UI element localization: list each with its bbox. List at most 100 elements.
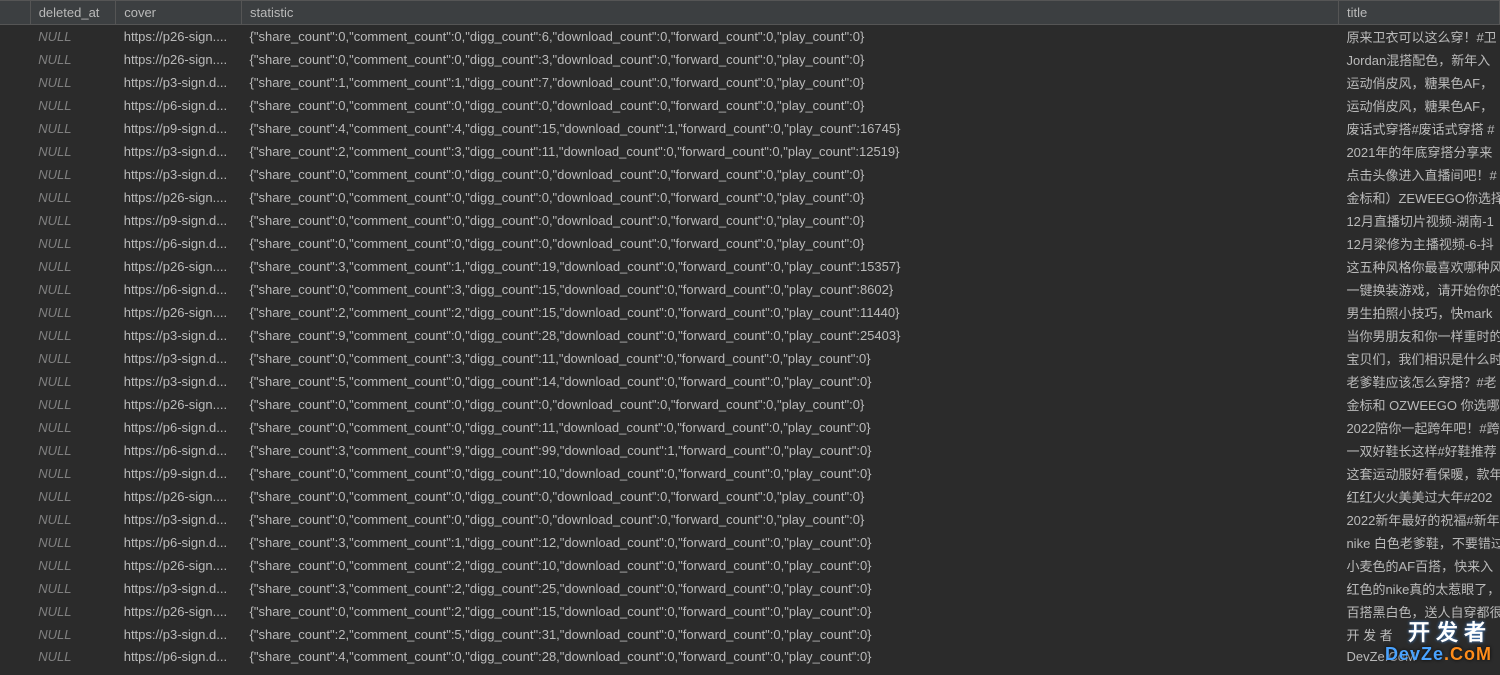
cell-title[interactable]: nike 白色老爹鞋，不要错过 — [1338, 531, 1499, 554]
column-header-statistic[interactable]: statistic — [242, 1, 1339, 25]
cell-statistic[interactable]: {"share_count":5,"comment_count":0,"digg… — [242, 370, 1339, 393]
cell-title[interactable]: 这套运动服好看保暖，款年 — [1338, 462, 1499, 485]
cell-statistic[interactable]: {"share_count":2,"comment_count":2,"digg… — [242, 301, 1339, 324]
table-row[interactable]: NULLhttps://p6-sign.d...{"share_count":3… — [0, 531, 1500, 554]
table-row[interactable]: NULLhttps://p6-sign.d...{"share_count":0… — [0, 94, 1500, 117]
cell-cover[interactable]: https://p3-sign.d... — [116, 324, 242, 347]
cell-statistic[interactable]: {"share_count":4,"comment_count":0,"digg… — [242, 646, 1339, 667]
cell-title[interactable]: 点击头像进入直播间吧！# — [1338, 163, 1499, 186]
cell-deleted-at[interactable]: NULL — [30, 347, 116, 370]
cell-deleted-at[interactable]: NULL — [30, 163, 116, 186]
cell-statistic[interactable]: {"share_count":0,"comment_count":3,"digg… — [242, 347, 1339, 370]
cell-cover[interactable]: https://p26-sign.... — [116, 25, 242, 49]
cell-cover[interactable]: https://p3-sign.d... — [116, 370, 242, 393]
table-row[interactable]: NULLhttps://p3-sign.d...{"share_count":1… — [0, 71, 1500, 94]
cell-deleted-at[interactable]: NULL — [30, 94, 116, 117]
cell-deleted-at[interactable]: NULL — [30, 209, 116, 232]
cell-statistic[interactable]: {"share_count":3,"comment_count":1,"digg… — [242, 531, 1339, 554]
cell-title[interactable]: 12月梁修为主播视频-6-抖 — [1338, 232, 1499, 255]
cell-deleted-at[interactable]: NULL — [30, 140, 116, 163]
table-row[interactable]: NULLhttps://p3-sign.d...{"share_count":2… — [0, 623, 1500, 646]
cell-title[interactable]: 废话式穿搭#废话式穿搭 # — [1338, 117, 1499, 140]
cell-deleted-at[interactable]: NULL — [30, 255, 116, 278]
cell-title[interactable]: 当你男朋友和你一样重时的 — [1338, 324, 1499, 347]
cell-deleted-at[interactable]: NULL — [30, 462, 116, 485]
cell-title[interactable]: 开 发 者 — [1338, 623, 1499, 646]
cell-cover[interactable]: https://p26-sign.... — [116, 554, 242, 577]
column-header-title[interactable]: title — [1338, 1, 1499, 25]
cell-statistic[interactable]: {"share_count":3,"comment_count":9,"digg… — [242, 439, 1339, 462]
cell-title[interactable]: 宝贝们，我们相识是什么时 — [1338, 347, 1499, 370]
cell-cover[interactable]: https://p3-sign.d... — [116, 140, 242, 163]
cell-cover[interactable]: https://p9-sign.d... — [116, 462, 242, 485]
cell-title[interactable]: 原来卫衣可以这么穿！#卫 — [1338, 25, 1499, 49]
table-row[interactable]: NULLhttps://p3-sign.d...{"share_count":2… — [0, 140, 1500, 163]
cell-title[interactable]: 金标和）ZEWEEGO你选择 — [1338, 186, 1499, 209]
cell-cover[interactable]: https://p6-sign.d... — [116, 439, 242, 462]
column-header-cover[interactable]: cover — [116, 1, 242, 25]
cell-statistic[interactable]: {"share_count":3,"comment_count":2,"digg… — [242, 577, 1339, 600]
cell-cover[interactable]: https://p26-sign.... — [116, 600, 242, 623]
cell-deleted-at[interactable]: NULL — [30, 370, 116, 393]
cell-cover[interactable]: https://p26-sign.... — [116, 48, 242, 71]
cell-deleted-at[interactable]: NULL — [30, 531, 116, 554]
table-row[interactable]: NULLhttps://p26-sign....{"share_count":0… — [0, 554, 1500, 577]
cell-title[interactable]: 百搭黑白色，送人自穿都很 — [1338, 600, 1499, 623]
cell-cover[interactable]: https://p3-sign.d... — [116, 71, 242, 94]
cell-title[interactable]: 红红火火美美过大年#202 — [1338, 485, 1499, 508]
cell-deleted-at[interactable]: NULL — [30, 646, 116, 667]
cell-deleted-at[interactable]: NULL — [30, 71, 116, 94]
cell-cover[interactable]: https://p3-sign.d... — [116, 347, 242, 370]
cell-title[interactable]: DevZe.CoM — [1338, 646, 1499, 667]
cell-title[interactable]: 红色的nike真的太惹眼了， — [1338, 577, 1499, 600]
cell-statistic[interactable]: {"share_count":0,"comment_count":0,"digg… — [242, 186, 1339, 209]
table-row[interactable]: NULLhttps://p3-sign.d...{"share_count":0… — [0, 347, 1500, 370]
cell-deleted-at[interactable]: NULL — [30, 278, 116, 301]
cell-cover[interactable]: https://p3-sign.d... — [116, 163, 242, 186]
cell-deleted-at[interactable]: NULL — [30, 324, 116, 347]
cell-statistic[interactable]: {"share_count":0,"comment_count":0,"digg… — [242, 48, 1339, 71]
cell-cover[interactable]: https://p3-sign.d... — [116, 623, 242, 646]
cell-deleted-at[interactable]: NULL — [30, 416, 116, 439]
cell-title[interactable]: 一双好鞋长这样#好鞋推荐 — [1338, 439, 1499, 462]
table-row[interactable]: NULLhttps://p6-sign.d...{"share_count":0… — [0, 232, 1500, 255]
table-row[interactable]: NULLhttps://p26-sign....{"share_count":3… — [0, 255, 1500, 278]
cell-cover[interactable]: https://p26-sign.... — [116, 186, 242, 209]
cell-title[interactable]: 这五种风格你最喜欢哪种风 — [1338, 255, 1499, 278]
cell-cover[interactable]: https://p6-sign.d... — [116, 531, 242, 554]
cell-deleted-at[interactable]: NULL — [30, 439, 116, 462]
cell-statistic[interactable]: {"share_count":0,"comment_count":0,"digg… — [242, 393, 1339, 416]
table-row[interactable]: NULLhttps://p3-sign.d...{"share_count":0… — [0, 163, 1500, 186]
cell-statistic[interactable]: {"share_count":0,"comment_count":3,"digg… — [242, 278, 1339, 301]
cell-title[interactable]: 运动俏皮风，糖果色AF， — [1338, 71, 1499, 94]
cell-cover[interactable]: https://p26-sign.... — [116, 255, 242, 278]
cell-cover[interactable]: https://p6-sign.d... — [116, 646, 242, 667]
cell-statistic[interactable]: {"share_count":0,"comment_count":0,"digg… — [242, 25, 1339, 49]
table-row[interactable]: NULLhttps://p9-sign.d...{"share_count":4… — [0, 117, 1500, 140]
cell-cover[interactable]: https://p3-sign.d... — [116, 508, 242, 531]
data-table[interactable]: deleted_at cover statistic title NULLhtt… — [0, 0, 1500, 667]
cell-cover[interactable]: https://p9-sign.d... — [116, 117, 242, 140]
cell-cover[interactable]: https://p26-sign.... — [116, 393, 242, 416]
cell-cover[interactable]: https://p6-sign.d... — [116, 94, 242, 117]
cell-title[interactable]: 一键换装游戏，请开始你的 — [1338, 278, 1499, 301]
cell-title[interactable]: Jordan混搭配色，新年入 — [1338, 48, 1499, 71]
cell-title[interactable]: 运动俏皮风，糖果色AF， — [1338, 94, 1499, 117]
cell-statistic[interactable]: {"share_count":0,"comment_count":0,"digg… — [242, 485, 1339, 508]
cell-cover[interactable]: https://p26-sign.... — [116, 301, 242, 324]
cell-cover[interactable]: https://p6-sign.d... — [116, 232, 242, 255]
cell-cover[interactable]: https://p26-sign.... — [116, 485, 242, 508]
column-header-deleted-at[interactable]: deleted_at — [30, 1, 116, 25]
cell-title[interactable]: 2022新年最好的祝福#新年 — [1338, 508, 1499, 531]
table-row[interactable]: NULLhttps://p3-sign.d...{"share_count":0… — [0, 508, 1500, 531]
table-row[interactable]: NULLhttps://p6-sign.d...{"share_count":0… — [0, 416, 1500, 439]
table-row[interactable]: NULLhttps://p26-sign....{"share_count":0… — [0, 186, 1500, 209]
table-row[interactable]: NULLhttps://p6-sign.d...{"share_count":0… — [0, 278, 1500, 301]
cell-title[interactable]: 老爹鞋应该怎么穿搭？#老 — [1338, 370, 1499, 393]
table-row[interactable]: NULLhttps://p3-sign.d...{"share_count":5… — [0, 370, 1500, 393]
cell-statistic[interactable]: {"share_count":3,"comment_count":1,"digg… — [242, 255, 1339, 278]
cell-cover[interactable]: https://p9-sign.d... — [116, 209, 242, 232]
table-row[interactable]: NULLhttps://p9-sign.d...{"share_count":0… — [0, 209, 1500, 232]
cell-statistic[interactable]: {"share_count":2,"comment_count":5,"digg… — [242, 623, 1339, 646]
cell-statistic[interactable]: {"share_count":0,"comment_count":2,"digg… — [242, 600, 1339, 623]
